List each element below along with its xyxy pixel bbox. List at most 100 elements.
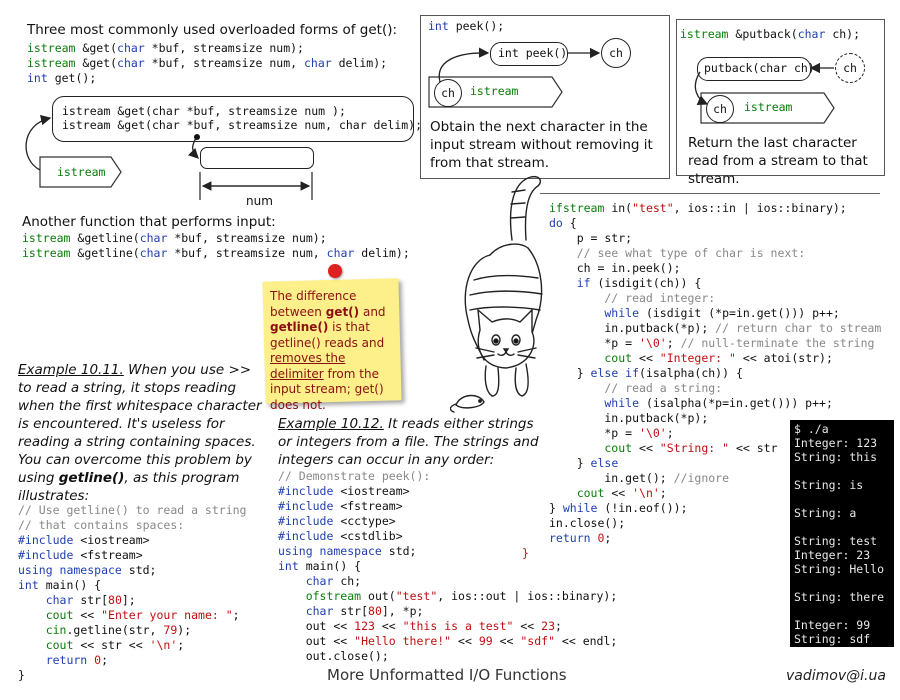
code-line: cout << "Integer: " << atoi(str); [549, 351, 881, 366]
code-line: cout << str << '\n'; [18, 638, 246, 653]
code-token: in.putback(*p); [549, 411, 709, 425]
code-token: while [562, 501, 605, 515]
code-token: cout [549, 486, 612, 500]
code-token: *buf, streamsize num, [174, 246, 327, 260]
code-token: int [18, 578, 46, 592]
code-token: std; [128, 563, 157, 577]
code-token: ]; [121, 593, 136, 607]
code-token: // Demonstrate peek(): [278, 469, 431, 483]
code-token: out << [278, 619, 355, 633]
code-token: char [278, 604, 341, 618]
code-token: <cstdlib> [340, 529, 403, 543]
code-token: (!in.eof()); [604, 501, 688, 515]
cat-illustration [450, 176, 543, 413]
code-token: main() { [305, 559, 362, 573]
terminal-line: String: this [794, 450, 878, 464]
code-token: << [80, 608, 102, 622]
note-fragment: get() [325, 304, 360, 319]
code-token: <iostream> [340, 484, 410, 498]
terminal-line: Integer: 99 [794, 618, 871, 632]
code-line: ifstream in("test", ios::in | ios::binar… [549, 201, 881, 216]
code-token: << [639, 441, 660, 455]
code-token: #include [278, 514, 341, 528]
code-line: // read integer: [549, 291, 881, 306]
code-token: str[ [340, 604, 369, 618]
code-token: while [549, 396, 646, 410]
code-token: ch; [340, 574, 362, 588]
code-token: } [18, 668, 25, 682]
code-line: while (isdigit (*p=in.get())) p++; [549, 306, 881, 321]
code-token: cout [549, 441, 640, 455]
code-token: cin [18, 623, 67, 637]
code-line: out << "Hello there!" << 99 << "sdf" << … [278, 634, 618, 649]
note-text: The difference between get() and getline… [270, 289, 398, 413]
code-token: char [139, 246, 175, 260]
code-line: char ch; [278, 574, 617, 589]
code-token: << endl; [555, 634, 618, 648]
code-line: // read a string: [549, 381, 881, 396]
code-token: 99 [478, 634, 493, 648]
code-token: *p = [549, 336, 640, 350]
code-token: //ignore [673, 471, 730, 485]
code-token: // Use getline() to read a string [18, 503, 247, 517]
code-token: << [492, 634, 521, 648]
note-fragment: and [359, 304, 386, 319]
code-line: out << 123 << "this is a test" << 23; [278, 619, 617, 634]
code-token: << [611, 486, 633, 500]
code-line: } [18, 668, 246, 683]
code-token: char [278, 574, 341, 588]
code-token: , ios::in | ios::binary); [673, 201, 847, 215]
code-token: << [374, 619, 403, 633]
terminal-line: String: there [794, 590, 885, 604]
pushpin-icon [328, 264, 342, 278]
code-token: <cctype> [340, 514, 396, 528]
code-token: else if [590, 366, 640, 380]
getline-form-2: istream &getline(char *buf, streamsize n… [22, 246, 410, 261]
code-token: '\n' [632, 486, 660, 500]
code-line: cin.getline(str, 79); [18, 623, 246, 638]
code-token: << [513, 619, 542, 633]
example-10-12-label: Example 10.12. [278, 416, 384, 432]
code-token: #include [278, 499, 341, 513]
code-line: in.putback(*p); // return char to stream [549, 321, 881, 336]
code-line: #include <iostream> [18, 533, 246, 548]
code-token: (isdigit (*p=in.get())) p++; [645, 306, 840, 320]
code-token: in( [611, 201, 633, 215]
code-token: #include [18, 533, 81, 547]
code-token: <fstream> [340, 499, 403, 513]
author-email: vadimov@i.ua [786, 668, 886, 684]
code-token: ; [666, 426, 674, 440]
code-token: "this is a test" [402, 619, 514, 633]
getline-heading: Another function that performs input: [22, 214, 276, 230]
code-token: } [549, 456, 591, 470]
terminal-output: $ ./a Integer: 123 String: this String: is… [790, 420, 894, 647]
code-token: using namespace [18, 563, 129, 577]
example-10-11-bold: getline() [58, 470, 125, 486]
code-token: <iostream> [80, 533, 150, 547]
terminal-line: String: test [794, 534, 878, 548]
code-token: in.close(); [549, 516, 626, 530]
code-line: cout << "Enter your name: "; [18, 608, 246, 623]
code-line: return 0; [18, 653, 246, 668]
code-token: ; [555, 619, 562, 633]
code-token: if [549, 276, 598, 290]
code-token: "test" [632, 201, 674, 215]
code-token: 23 [541, 619, 555, 633]
code-token: << atoi(str); [735, 351, 833, 365]
code-line: int main() { [278, 559, 617, 574]
code-line: *p = '\0'; // null-terminate the string [549, 336, 881, 351]
code-line: do { [549, 216, 881, 231]
code-token: *buf, streamsize num); [174, 231, 327, 245]
code-token: 80 [368, 604, 382, 618]
code-token: char [18, 593, 81, 607]
code-token: cout [18, 608, 81, 622]
code-line: char str[80]; [18, 593, 246, 608]
code-line: // see what type of char is next: [549, 246, 881, 261]
code-token: int [278, 559, 306, 573]
code-token: ; [177, 638, 185, 652]
terminal-line: String: Hello [794, 562, 885, 576]
code-line: // that contains spaces: [18, 518, 246, 533]
example-10-11-code: // Use getline() to read a string// that… [18, 503, 246, 683]
code-line: // Use getline() to read a string [18, 503, 246, 518]
